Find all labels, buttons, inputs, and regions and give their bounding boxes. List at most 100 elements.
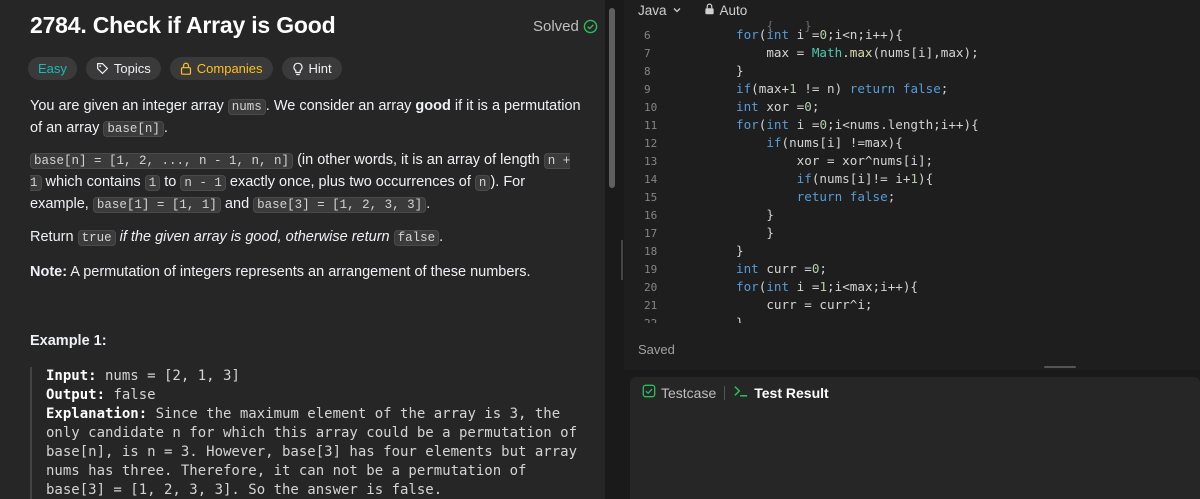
terminal-icon: [733, 384, 749, 401]
code-line: if(nums[i] !=max){: [766, 135, 903, 150]
code-line: if(max+1 != n) return false;: [736, 81, 949, 96]
line-number: 14: [644, 173, 658, 186]
hint-button[interactable]: Hint: [281, 57, 342, 80]
code-line: curr = curr^i;: [736, 297, 873, 312]
code-line: for(int i =0;i<n;i++){: [736, 27, 903, 42]
text-span: .: [439, 229, 444, 245]
lock-icon: [180, 62, 192, 75]
code-line: if(nums[i]!= i+1){: [796, 171, 934, 186]
line-number: 11: [644, 119, 658, 132]
code-line: for(int i =0;i<nums.length;i++){: [736, 117, 979, 132]
test-panel-tabs: Testcase Test Result: [642, 384, 829, 401]
code-line: max = Math.max(nums[i],max);: [736, 45, 979, 60]
text-span: to: [160, 174, 181, 190]
companies-button[interactable]: Companies: [169, 57, 273, 80]
line-number: 7: [644, 47, 651, 60]
inline-code: false: [393, 230, 440, 246]
code-line: }: [736, 207, 774, 222]
example-input-label: Input:: [46, 368, 97, 384]
code-area[interactable]: 678910111213141516171819202122 { } for(i…: [624, 21, 1200, 323]
line-number: 8: [644, 65, 651, 78]
solved-status: Solved: [533, 18, 598, 35]
description-paragraph-1: You are given an integer array nums. We …: [30, 96, 585, 140]
topics-button[interactable]: Topics: [85, 57, 161, 80]
text-span: . We consider an array: [265, 98, 416, 114]
inline-code: nums: [227, 99, 266, 115]
line-number: 22: [644, 317, 684, 323]
inline-code: n: [474, 175, 491, 191]
text-span: (in other words, it is an array of lengt…: [293, 152, 544, 168]
example-output-label: Output:: [46, 387, 106, 403]
code-line: }: [736, 243, 744, 258]
line-number: 16: [644, 209, 658, 222]
scroll-grip[interactable]: [1044, 366, 1076, 368]
difficulty-label: Easy: [38, 61, 67, 76]
problem-tags: Easy Topics Companies Hint: [28, 57, 342, 80]
problem-description-panel: 2784. Check if Array is Good Solved Easy…: [0, 0, 605, 499]
code-line: xor = xor^nums[i];: [736, 153, 934, 168]
description-paragraph-3: Return true if the given array is good, …: [30, 227, 585, 249]
example-output-value: false: [105, 387, 156, 403]
code-line: }: [736, 63, 744, 78]
inline-code: base[n]: [103, 121, 164, 137]
note-paragraph: Note: A permutation of integers represen…: [30, 262, 585, 283]
text-span: .: [426, 196, 431, 212]
description-scrollbar[interactable]: [609, 8, 615, 188]
code-line: int xor =0;: [736, 99, 820, 114]
tab-test-result[interactable]: Test Result: [733, 384, 829, 401]
text-span: and: [220, 196, 254, 212]
bold-text: Note:: [30, 264, 68, 280]
line-number: 17: [644, 227, 658, 240]
inline-code: base[1] = [1, 1]: [92, 197, 221, 213]
lock-icon: [704, 3, 715, 18]
tag-icon: [96, 62, 109, 75]
topics-label: Topics: [113, 61, 151, 76]
checkbox-icon: [642, 384, 656, 401]
tab-test-result-label: Test Result: [754, 384, 829, 401]
difficulty-badge[interactable]: Easy: [28, 57, 77, 80]
check-circle-icon: [583, 19, 598, 34]
companies-label: Companies: [196, 61, 263, 76]
example-heading: Example 1:: [30, 333, 107, 349]
text-span: which contains: [41, 174, 145, 190]
line-number: 10: [644, 101, 658, 114]
language-selector[interactable]: Java: [638, 3, 682, 18]
bold-text: good: [415, 98, 451, 114]
text-span: .: [163, 120, 168, 136]
example-input-value: nums = [2, 1, 3]: [96, 368, 240, 384]
line-number: 19: [644, 263, 658, 276]
line-number: 20: [644, 281, 658, 294]
splitter-grip[interactable]: [621, 240, 623, 280]
code-editor-panel: Java Auto 6 7 8 9 10 11 12 13 14 15 16 17 18 19 20 21 22…: [624, 0, 1200, 370]
line-number: 21: [644, 299, 658, 312]
inline-code: n - 1: [180, 175, 226, 191]
example-block: Input: nums = [2, 1, 3] Output: false Ex…: [30, 367, 590, 499]
code-line: }: [736, 315, 744, 323]
line-number: 12: [644, 137, 658, 150]
editor-horizontal-scrollbar[interactable]: [624, 366, 1200, 370]
inline-code: base[n] = [1, 2, ..., n - 1, n, n]: [30, 153, 294, 169]
text-span: You are given an integer array: [30, 98, 228, 114]
saved-status: Saved: [638, 342, 675, 357]
chevron-down-icon: [672, 3, 682, 18]
hint-label: Hint: [308, 61, 332, 76]
test-panel: Testcase Test Result: [630, 377, 1200, 499]
mode-label: Auto: [719, 2, 748, 18]
code-line: }: [736, 225, 774, 240]
tab-divider: [724, 385, 726, 400]
text-span: A permutation of integers represents an …: [67, 264, 531, 280]
line-number: 18: [644, 245, 658, 258]
line-number: 6: [644, 29, 651, 42]
tab-testcase[interactable]: Testcase: [642, 384, 716, 401]
inline-code: true: [77, 230, 116, 246]
line-number: 9: [644, 83, 651, 96]
description-paragraph-2: base[n] = [1, 2, ..., n - 1, n, n] (in o…: [30, 150, 585, 216]
problem-title: 2784. Check if Array is Good: [30, 12, 336, 38]
text-span: Return: [30, 229, 78, 245]
line-number: 15: [644, 191, 658, 204]
editor-toolbar: Java Auto: [624, 0, 1200, 20]
inline-code: base[3] = [1, 2, 3, 3]: [253, 197, 427, 213]
autocomplete-mode-button[interactable]: Auto: [704, 2, 748, 18]
code-line: return false;: [796, 189, 896, 204]
language-label: Java: [638, 2, 667, 18]
